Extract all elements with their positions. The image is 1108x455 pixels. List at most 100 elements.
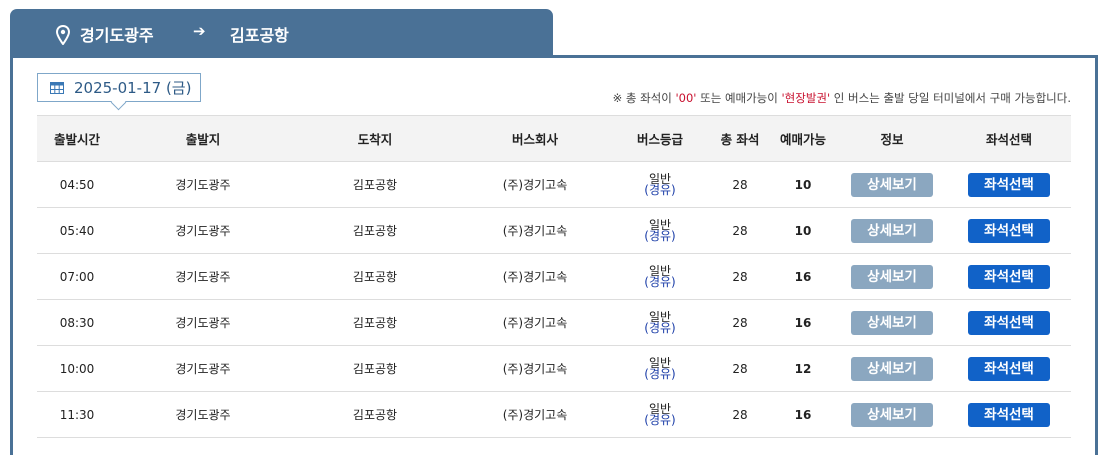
detail-button[interactable]: 상세보기 xyxy=(851,172,933,197)
total-seats: 28 xyxy=(711,207,769,254)
seat-select-button[interactable]: 좌석선택 xyxy=(968,402,1050,427)
departure-time: 11:30 xyxy=(37,391,117,438)
col-header-bus-company: 버스회사 xyxy=(461,115,609,162)
date-selector[interactable]: 2025-01-17 (금) xyxy=(37,73,201,102)
col-header-departure-time: 출발시간 xyxy=(37,115,117,162)
seat-select-cell: 좌석선택 xyxy=(947,345,1071,392)
detail-button[interactable]: 상세보기 xyxy=(851,402,933,427)
total-seats: 28 xyxy=(711,161,769,208)
origin: 경기도광주 xyxy=(117,161,289,208)
col-header-bus-grade: 버스등급 xyxy=(609,115,711,162)
bus-company: (주)경기고속 xyxy=(461,299,609,346)
origin: 경기도광주 xyxy=(117,253,289,300)
origin: 경기도광주 xyxy=(117,345,289,392)
via-label: (경유) xyxy=(644,182,676,197)
bus-grade: 일반 (경유) xyxy=(609,391,711,438)
arrow-right-icon: ➔ xyxy=(193,22,206,40)
map-pin-icon xyxy=(56,25,70,45)
notice-zero-seats: '00' xyxy=(675,91,697,105)
seat-select-cell: 좌석선택 xyxy=(947,391,1071,438)
detail-button[interactable]: 상세보기 xyxy=(851,264,933,289)
notice-onsite-ticket: '현장발권' xyxy=(781,91,831,105)
available-seats: 16 xyxy=(769,391,837,438)
seat-select-cell: 좌석선택 xyxy=(947,253,1071,300)
destination: 김포공항 xyxy=(289,391,461,438)
detail-button[interactable]: 상세보기 xyxy=(851,356,933,381)
info-cell: 상세보기 xyxy=(837,345,947,392)
destination: 김포공항 xyxy=(289,253,461,300)
available-seats: 16 xyxy=(769,253,837,300)
available-seats: 10 xyxy=(769,161,837,208)
seat-select-cell: 좌석선택 xyxy=(947,207,1071,254)
route-header: 경기도광주 ➔ 김포공항 xyxy=(10,9,553,57)
bus-company: (주)경기고속 xyxy=(461,253,609,300)
bus-company: (주)경기고속 xyxy=(461,391,609,438)
departure-time: 04:50 xyxy=(37,161,117,208)
bus-schedule-table: 출발시간 출발지 도착지 버스회사 버스등급 총 좌석 예매가능 정보 좌석선택… xyxy=(37,115,1071,438)
seat-select-button[interactable]: 좌석선택 xyxy=(968,356,1050,381)
via-label: (경유) xyxy=(644,228,676,243)
table-row: 07:00 경기도광주 김포공항 (주)경기고속 일반 (경유) 28 16 상세보기 좌석선택 xyxy=(37,253,1071,300)
calendar-icon xyxy=(50,82,64,94)
date-label: 2025-01-17 (금) xyxy=(74,79,192,97)
bus-grade: 일반 (경유) xyxy=(609,345,711,392)
origin: 경기도광주 xyxy=(117,391,289,438)
table-row: 05:40 경기도광주 김포공항 (주)경기고속 일반 (경유) 28 10 상세보기 좌석선택 xyxy=(37,207,1071,254)
info-cell: 상세보기 xyxy=(837,299,947,346)
origin: 경기도광주 xyxy=(117,207,289,254)
bus-company: (주)경기고속 xyxy=(461,207,609,254)
col-header-total-seats: 총 좌석 xyxy=(711,115,769,162)
info-cell: 상세보기 xyxy=(837,207,947,254)
seat-select-button[interactable]: 좌석선택 xyxy=(968,172,1050,197)
col-header-destination: 도착지 xyxy=(289,115,461,162)
available-seats: 10 xyxy=(769,207,837,254)
available-seats: 16 xyxy=(769,299,837,346)
origin: 경기도광주 xyxy=(117,299,289,346)
detail-button[interactable]: 상세보기 xyxy=(851,218,933,243)
col-header-seat-select: 좌석선택 xyxy=(947,115,1071,162)
via-label: (경유) xyxy=(644,274,676,289)
available-seats: 12 xyxy=(769,345,837,392)
purchase-notice: ※ 총 좌석이 '00' 또는 예매가능이 '현장발권' 인 버스는 출발 당일… xyxy=(612,91,1071,105)
seat-select-button[interactable]: 좌석선택 xyxy=(968,218,1050,243)
destination: 김포공항 xyxy=(289,299,461,346)
col-header-origin: 출발지 xyxy=(117,115,289,162)
departure-time: 05:40 xyxy=(37,207,117,254)
route-destination: 김포공항 xyxy=(230,26,289,45)
via-label: (경유) xyxy=(644,412,676,427)
departure-time: 07:00 xyxy=(37,253,117,300)
total-seats: 28 xyxy=(711,253,769,300)
bus-grade: 일반 (경유) xyxy=(609,207,711,254)
route-origin: 경기도광주 xyxy=(80,26,154,45)
info-cell: 상세보기 xyxy=(837,161,947,208)
table-header-row: 출발시간 출발지 도착지 버스회사 버스등급 총 좌석 예매가능 정보 좌석선택 xyxy=(37,115,1071,162)
seat-select-button[interactable]: 좌석선택 xyxy=(968,264,1050,289)
total-seats: 28 xyxy=(711,299,769,346)
col-header-available-seats: 예매가능 xyxy=(769,115,837,162)
seat-select-cell: 좌석선택 xyxy=(947,161,1071,208)
bus-company: (주)경기고속 xyxy=(461,161,609,208)
info-cell: 상세보기 xyxy=(837,253,947,300)
col-header-info: 정보 xyxy=(837,115,947,162)
seat-select-button[interactable]: 좌석선택 xyxy=(968,310,1050,335)
bus-grade: 일반 (경유) xyxy=(609,253,711,300)
destination: 김포공항 xyxy=(289,345,461,392)
departure-time: 10:00 xyxy=(37,345,117,392)
bus-grade: 일반 (경유) xyxy=(609,161,711,208)
total-seats: 28 xyxy=(711,391,769,438)
via-label: (경유) xyxy=(644,320,676,335)
table-row: 11:30 경기도광주 김포공항 (주)경기고속 일반 (경유) 28 16 상세보기 좌석선택 xyxy=(37,391,1071,438)
table-row: 04:50 경기도광주 김포공항 (주)경기고속 일반 (경유) 28 10 상세보기 좌석선택 xyxy=(37,161,1071,208)
seat-select-cell: 좌석선택 xyxy=(947,299,1071,346)
departure-time: 08:30 xyxy=(37,299,117,346)
bus-company: (주)경기고속 xyxy=(461,345,609,392)
table-row: 08:30 경기도광주 김포공항 (주)경기고속 일반 (경유) 28 16 상세보기 좌석선택 xyxy=(37,299,1071,346)
total-seats: 28 xyxy=(711,345,769,392)
destination: 김포공항 xyxy=(289,161,461,208)
via-label: (경유) xyxy=(644,366,676,381)
destination: 김포공항 xyxy=(289,207,461,254)
info-cell: 상세보기 xyxy=(837,391,947,438)
bus-grade: 일반 (경유) xyxy=(609,299,711,346)
table-row: 10:00 경기도광주 김포공항 (주)경기고속 일반 (경유) 28 12 상세보기 좌석선택 xyxy=(37,345,1071,392)
detail-button[interactable]: 상세보기 xyxy=(851,310,933,335)
